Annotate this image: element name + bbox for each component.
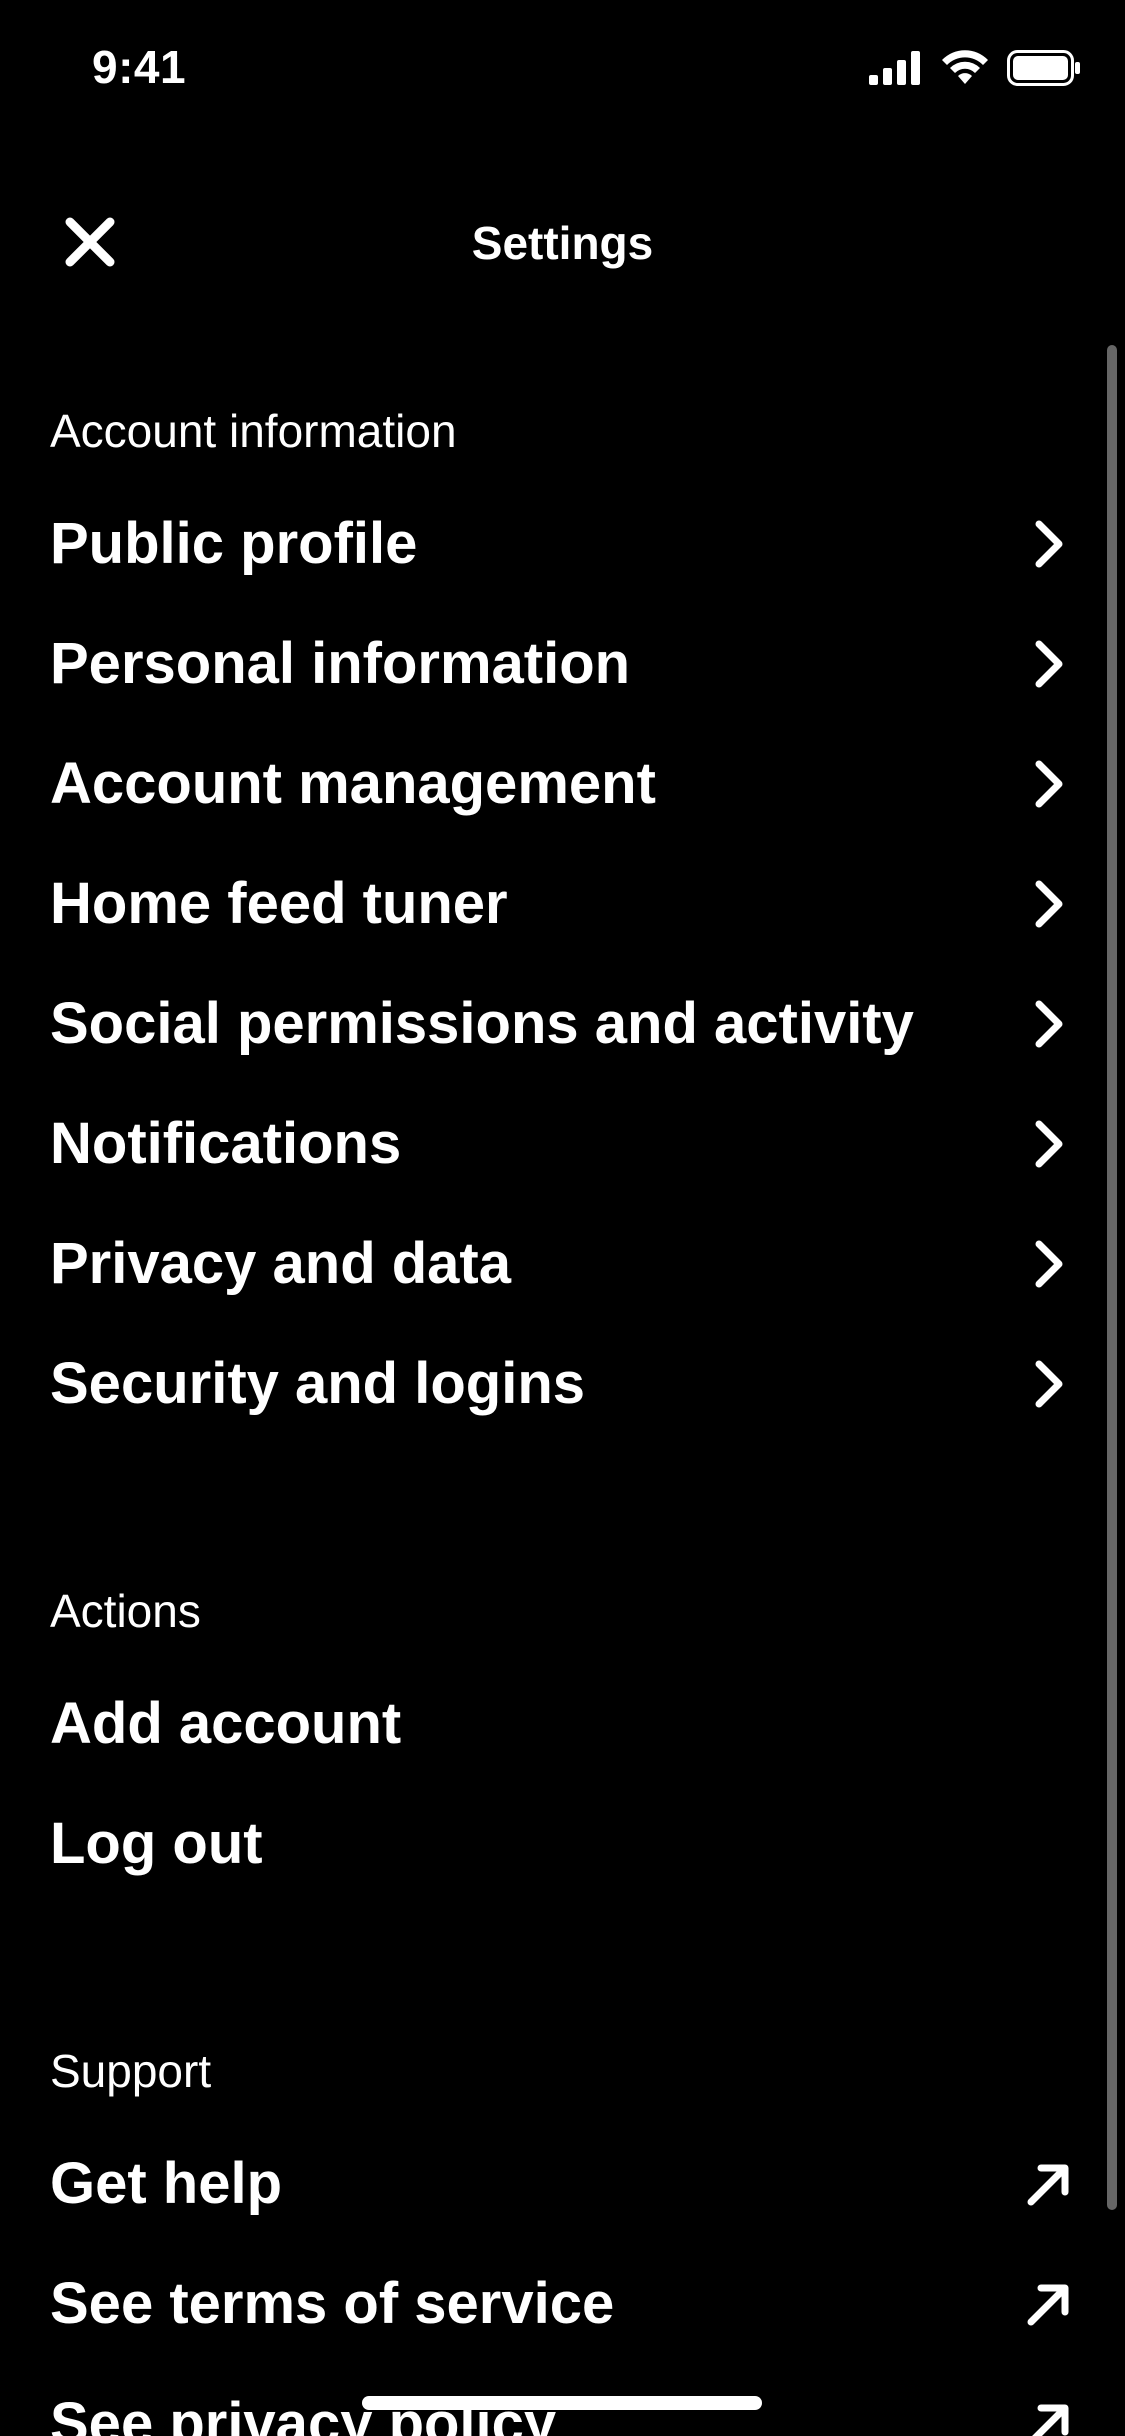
external-link-arrow-icon — [1021, 2276, 1077, 2332]
external-link-arrow-icon — [1021, 2396, 1077, 2436]
action-label: Log out — [50, 1811, 263, 1876]
settings-item-label: Account management — [50, 751, 656, 816]
chevron-right-icon — [1021, 1356, 1077, 1412]
settings-item-label: Social permissions and activity — [50, 991, 914, 1056]
support-item-label: See terms of service — [50, 2271, 615, 2336]
chevron-right-icon — [1021, 756, 1077, 812]
support-item-get-help[interactable]: Get help — [0, 2124, 1125, 2244]
chevron-right-icon — [1021, 996, 1077, 1052]
section-label-actions: Actions — [50, 1585, 201, 1637]
settings-item-social-permissions[interactable]: Social permissions and activity — [0, 964, 1125, 1084]
home-indicator[interactable] — [362, 2396, 762, 2410]
settings-item-label: Home feed tuner — [50, 871, 508, 936]
settings-item-label: Security and logins — [50, 1351, 585, 1416]
status-bar: 9:41 — [0, 0, 1125, 140]
settings-item-account-management[interactable]: Account management — [0, 724, 1125, 844]
settings-item-label: Notifications — [50, 1111, 402, 1176]
settings-item-home-feed-tuner[interactable]: Home feed tuner — [0, 844, 1125, 964]
settings-item-security-and-logins[interactable]: Security and logins — [0, 1324, 1125, 1444]
support-item-label: Get help — [50, 2151, 283, 2216]
action-label: Add account — [50, 1691, 402, 1756]
support-item-terms-of-service[interactable]: See terms of service — [0, 2244, 1125, 2364]
action-add-account[interactable]: Add account — [0, 1664, 1125, 1784]
status-time: 9:41 — [92, 41, 187, 93]
chevron-right-icon — [1021, 1236, 1077, 1292]
external-link-arrow-icon — [1021, 2156, 1077, 2212]
settings-item-public-profile[interactable]: Public profile — [0, 484, 1125, 604]
settings-item-label: Privacy and data — [50, 1231, 511, 1296]
settings-item-label: Personal information — [50, 631, 631, 696]
settings-item-privacy-and-data[interactable]: Privacy and data — [0, 1204, 1125, 1324]
action-log-out[interactable]: Log out — [0, 1784, 1125, 1904]
cellular-signal-icon — [869, 51, 923, 90]
nav-header: Settings — [0, 190, 1125, 300]
settings-item-notifications[interactable]: Notifications — [0, 1084, 1125, 1204]
settings-item-label: Public profile — [50, 511, 418, 576]
section-label-account-information: Account information — [50, 405, 457, 457]
chevron-right-icon — [1021, 516, 1077, 572]
settings-list[interactable]: Account information Public profile Perso… — [0, 380, 1125, 2436]
chevron-right-icon — [1021, 1116, 1077, 1172]
chevron-right-icon — [1021, 876, 1077, 932]
chevron-right-icon — [1021, 636, 1077, 692]
status-icons — [869, 50, 1081, 91]
battery-icon — [1007, 50, 1081, 91]
page-title: Settings — [471, 217, 654, 269]
settings-item-personal-information[interactable]: Personal information — [0, 604, 1125, 724]
wifi-icon — [941, 50, 989, 91]
section-label-support: Support — [50, 2045, 212, 2097]
